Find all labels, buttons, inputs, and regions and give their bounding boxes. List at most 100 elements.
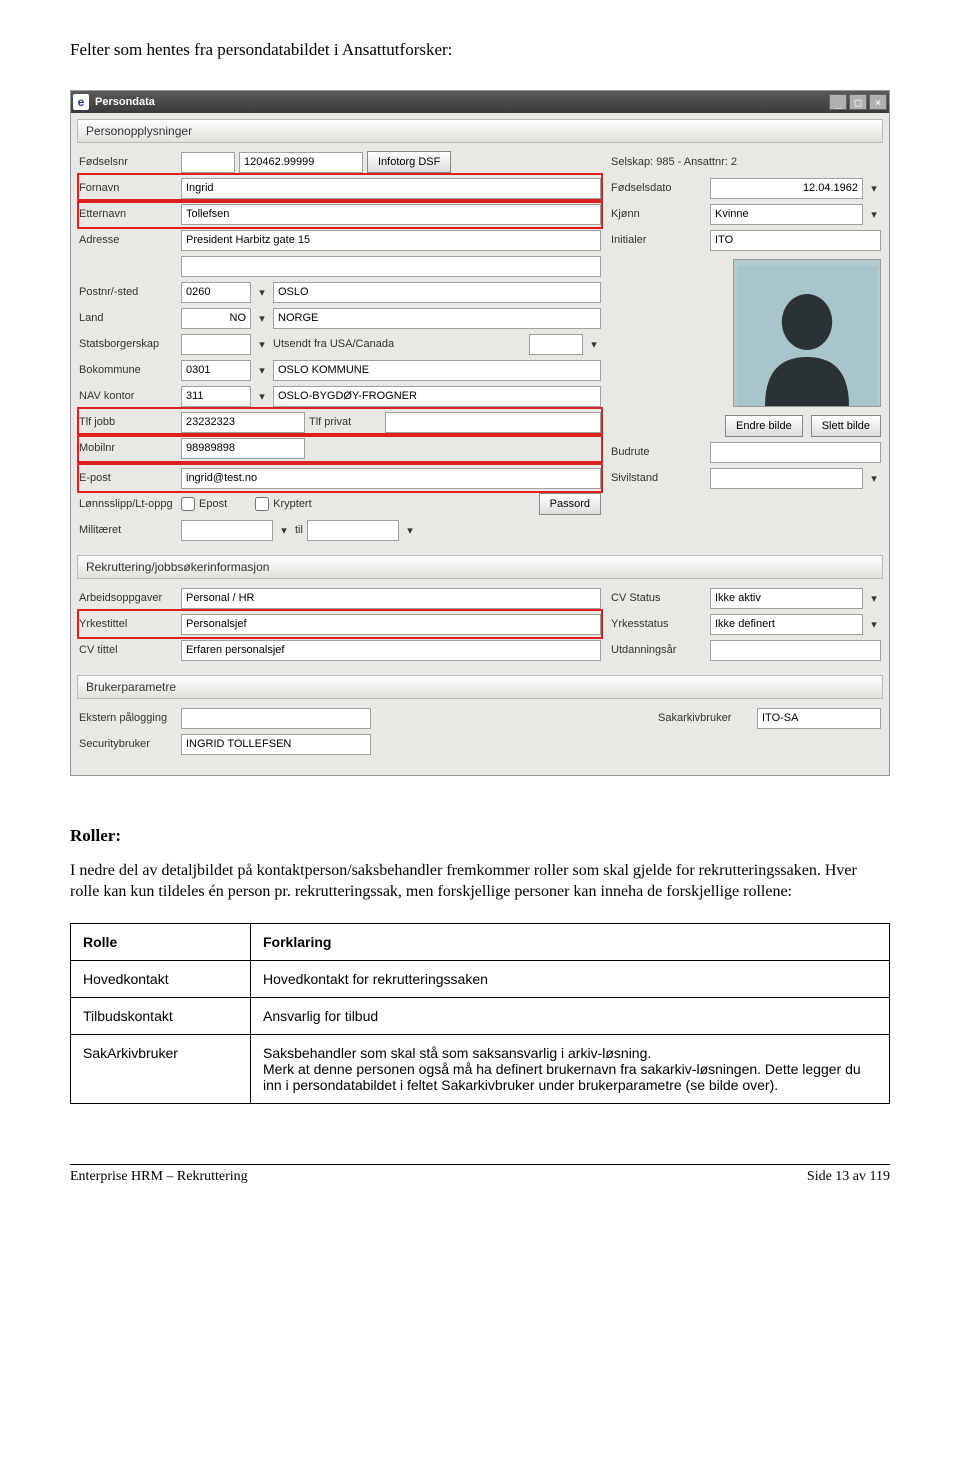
label-postnr: Postnr/-sted bbox=[79, 286, 177, 298]
label-sivilstand: Sivilstand bbox=[611, 472, 706, 484]
label-nav: NAV kontor bbox=[79, 390, 177, 402]
arb-field[interactable] bbox=[181, 588, 601, 609]
slett-bilde-button[interactable]: Slett bilde bbox=[811, 415, 881, 437]
chevron-down-icon[interactable]: ▾ bbox=[403, 524, 417, 537]
yrk-field[interactable] bbox=[181, 614, 601, 635]
poststed-field[interactable] bbox=[273, 282, 601, 303]
land-name-field[interactable] bbox=[273, 308, 601, 329]
chevron-down-icon[interactable]: ▾ bbox=[867, 592, 881, 605]
tlf-privat-field[interactable] bbox=[385, 412, 601, 433]
epost-checkbox[interactable] bbox=[181, 497, 195, 511]
budrute-field[interactable] bbox=[710, 442, 881, 463]
label-ekst: Ekstern pålogging bbox=[79, 712, 177, 724]
chevron-down-icon[interactable]: ▾ bbox=[255, 364, 269, 377]
chevron-down-icon[interactable]: ▾ bbox=[255, 312, 269, 325]
chevron-down-icon[interactable]: ▾ bbox=[867, 182, 881, 195]
label-mobil: Mobilnr bbox=[79, 442, 177, 454]
close-button[interactable]: × bbox=[869, 94, 887, 110]
kryptert-checkbox[interactable] bbox=[255, 497, 269, 511]
label-fodselsdato: Fødselsdato bbox=[611, 182, 706, 194]
titlebar: e Persondata _ □ × bbox=[71, 91, 889, 113]
chevron-down-icon[interactable]: ▾ bbox=[867, 618, 881, 631]
chevron-down-icon[interactable]: ▾ bbox=[587, 338, 601, 351]
page-heading: Felter som hentes fra persondatabildet i… bbox=[70, 40, 890, 60]
section-bruker-header: Brukerparametre bbox=[77, 675, 883, 699]
maximize-button[interactable]: □ bbox=[849, 94, 867, 110]
section-person-header: Personopplysninger bbox=[77, 119, 883, 143]
person-silhouette-icon bbox=[737, 266, 877, 406]
kjonn-field[interactable] bbox=[710, 204, 863, 225]
postnr-field[interactable] bbox=[181, 282, 251, 303]
profile-photo bbox=[733, 259, 881, 407]
table-header-rolle: Rolle bbox=[71, 923, 251, 960]
utd-field[interactable] bbox=[710, 640, 881, 661]
militar-til-field[interactable] bbox=[307, 520, 399, 541]
label-kryptert-cb: Kryptert bbox=[273, 498, 312, 510]
label-epost-cb: Epost bbox=[199, 498, 227, 510]
chevron-down-icon[interactable]: ▾ bbox=[277, 524, 291, 537]
sivilstand-field[interactable] bbox=[710, 468, 863, 489]
label-lonnslipp: Lønnsslipp/Lt-oppg bbox=[79, 498, 177, 510]
adresse2-field[interactable] bbox=[181, 256, 601, 277]
label-fornavn: Fornavn bbox=[79, 182, 177, 194]
label-bokom: Bokommune bbox=[79, 364, 177, 376]
label-tlf-privat: Tlf privat bbox=[309, 416, 381, 428]
nav-code-field[interactable] bbox=[181, 386, 251, 407]
infotorg-button[interactable]: Infotorg DSF bbox=[367, 151, 451, 173]
tlf-jobb-field[interactable] bbox=[181, 412, 305, 433]
label-initialer: Initialer bbox=[611, 234, 706, 246]
label-sak: Sakarkivbruker bbox=[658, 712, 753, 724]
window-title: Persondata bbox=[95, 96, 827, 108]
minimize-button[interactable]: _ bbox=[829, 94, 847, 110]
land-code-field[interactable] bbox=[181, 308, 251, 329]
fodselsnr-b-field[interactable] bbox=[239, 152, 363, 173]
bokom-name-field[interactable] bbox=[273, 360, 601, 381]
cvt-field[interactable] bbox=[181, 640, 601, 661]
chevron-down-icon[interactable]: ▾ bbox=[867, 472, 881, 485]
role-table: Rolle Forklaring Hovedkontakt Hovedkonta… bbox=[70, 923, 890, 1104]
label-selskap: Selskap: 985 - Ansattnr: 2 bbox=[611, 156, 881, 168]
label-arb: Arbeidsoppgaver bbox=[79, 592, 177, 604]
chevron-down-icon[interactable]: ▾ bbox=[255, 390, 269, 403]
footer-left: Enterprise HRM – Rekruttering bbox=[70, 1169, 248, 1185]
sak-field[interactable] bbox=[757, 708, 881, 729]
nav-name-field[interactable] bbox=[273, 386, 601, 407]
roller-text: I nedre del av detaljbildet på kontaktpe… bbox=[70, 861, 890, 903]
passord-button[interactable]: Passord bbox=[539, 493, 601, 515]
label-etternavn: Etternavn bbox=[79, 208, 177, 220]
utsendt-field[interactable] bbox=[529, 334, 583, 355]
stats-field[interactable] bbox=[181, 334, 251, 355]
label-utsendt: Utsendt fra USA/Canada bbox=[273, 338, 525, 350]
label-adresse: Adresse bbox=[79, 234, 177, 246]
table-row: Tilbudskontakt Ansvarlig for tilbud bbox=[71, 997, 890, 1034]
label-sec: Securitybruker bbox=[79, 738, 177, 750]
chevron-down-icon[interactable]: ▾ bbox=[255, 338, 269, 351]
fornavn-field[interactable] bbox=[181, 178, 601, 199]
label-land: Land bbox=[79, 312, 177, 324]
adresse-field[interactable] bbox=[181, 230, 601, 251]
mobil-field[interactable] bbox=[181, 438, 305, 459]
table-header-forklaring: Forklaring bbox=[251, 923, 890, 960]
chevron-down-icon[interactable]: ▾ bbox=[867, 208, 881, 221]
bokom-code-field[interactable] bbox=[181, 360, 251, 381]
sec-field[interactable] bbox=[181, 734, 371, 755]
yrks-field[interactable] bbox=[710, 614, 863, 635]
label-cvs: CV Status bbox=[611, 592, 706, 604]
label-epost: E-post bbox=[79, 472, 177, 484]
epost-field[interactable] bbox=[181, 468, 601, 489]
etternavn-field[interactable] bbox=[181, 204, 601, 225]
page-footer: Enterprise HRM – Rekruttering Side 13 av… bbox=[70, 1165, 890, 1185]
footer-right: Side 13 av 119 bbox=[807, 1169, 890, 1185]
table-row: SakArkivbruker Saksbehandler som skal st… bbox=[71, 1034, 890, 1103]
fodselsnr-a-field[interactable] bbox=[181, 152, 235, 173]
fodselsdato-field[interactable] bbox=[710, 178, 863, 199]
label-utd: Utdanningsår bbox=[611, 644, 706, 656]
app-logo-icon: e bbox=[73, 94, 89, 110]
cvs-field[interactable] bbox=[710, 588, 863, 609]
endre-bilde-button[interactable]: Endre bilde bbox=[725, 415, 803, 437]
table-row: Hovedkontakt Hovedkontakt for rekrutteri… bbox=[71, 960, 890, 997]
chevron-down-icon[interactable]: ▾ bbox=[255, 286, 269, 299]
initialer-field[interactable] bbox=[710, 230, 881, 251]
ekst-field[interactable] bbox=[181, 708, 371, 729]
militar-fra-field[interactable] bbox=[181, 520, 273, 541]
